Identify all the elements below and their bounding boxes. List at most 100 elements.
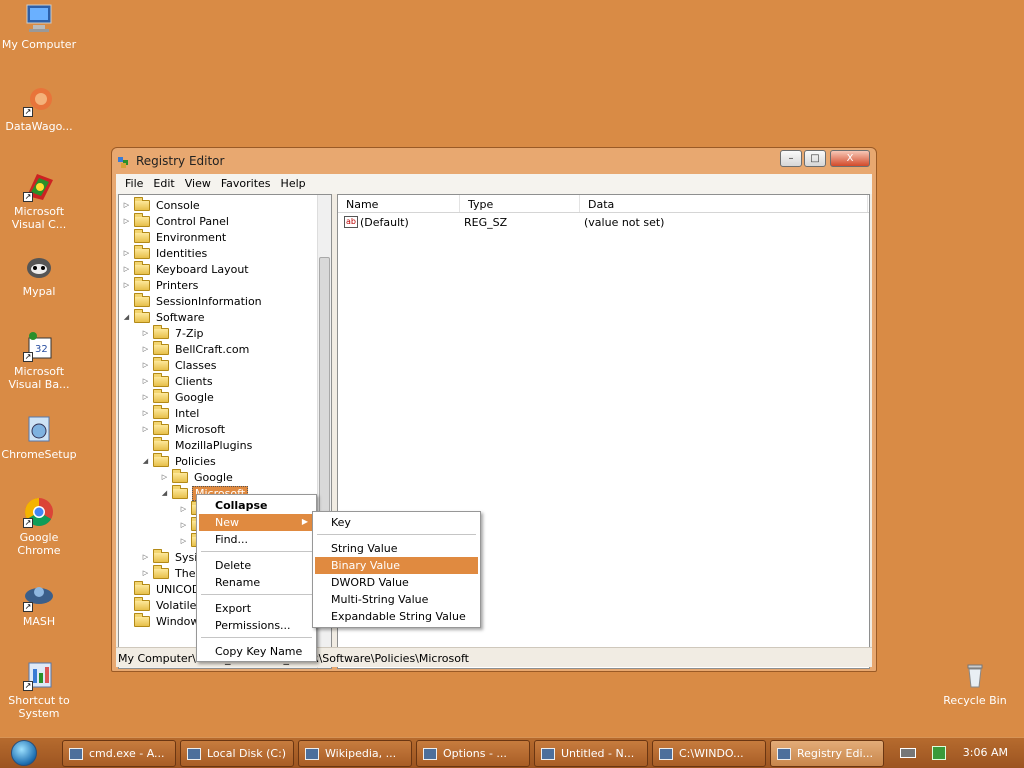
menu-item-export[interactable]: Export [199, 600, 314, 617]
collapse-arrow-icon[interactable]: ◢ [122, 313, 131, 322]
taskbar-button[interactable]: Untitled - N... [534, 740, 648, 767]
keyboard-icon[interactable] [900, 748, 916, 758]
network-icon[interactable] [932, 746, 946, 760]
maximize-button[interactable]: □ [804, 150, 826, 167]
menu-favorites[interactable]: Favorites [216, 174, 276, 194]
tree-node[interactable]: ▷ Console [122, 196, 202, 213]
tree-node[interactable]: ▷ Google [141, 388, 216, 405]
column-header-data[interactable]: Data [580, 195, 868, 212]
tree-node[interactable]: Environment [122, 228, 228, 245]
column-header-type[interactable]: Type [460, 195, 580, 212]
taskbar-button[interactable]: cmd.exe - A... [62, 740, 176, 767]
tree-node[interactable]: ▷ 7-Zip [141, 324, 206, 341]
desktop-icon-chromesetup[interactable]: ChromeSetup [0, 413, 78, 461]
menu-help[interactable]: Help [276, 174, 311, 194]
taskbar-button[interactable]: Local Disk (C:) [180, 740, 294, 767]
desktop-icon-mypal[interactable]: Mypal [0, 250, 78, 298]
submenu-item-multi-string-value[interactable]: Multi-String Value [315, 591, 478, 608]
expand-arrow-icon[interactable]: ▷ [122, 281, 131, 290]
tree-node[interactable]: ▷ Identities [122, 244, 209, 261]
tree-node[interactable]: ▷ Control Panel [122, 212, 231, 229]
expand-arrow-icon[interactable] [122, 617, 131, 626]
expand-arrow-icon[interactable]: ▷ [179, 537, 188, 546]
tree-node[interactable]: ▷ BellCraft.com [141, 340, 251, 357]
taskbar-button[interactable]: Options - ... [416, 740, 530, 767]
desktop-icon-datawagon[interactable]: ↗ DataWago... [0, 85, 78, 133]
title-bar[interactable]: Registry Editor – □ X [112, 148, 876, 174]
submenu-item-expandable-string-value[interactable]: Expandable String Value [315, 608, 478, 625]
folder-icon [153, 356, 169, 371]
menu-item-copy-key-name[interactable]: Copy Key Name [199, 643, 314, 660]
menu-item-permissions[interactable]: Permissions... [199, 617, 314, 634]
tree-node[interactable]: ◢ Policies [141, 452, 218, 469]
expand-arrow-icon[interactable]: ▷ [122, 217, 131, 226]
expand-arrow-icon[interactable]: ▷ [179, 505, 188, 514]
menu-edit[interactable]: Edit [148, 174, 179, 194]
minimize-button[interactable]: – [780, 150, 802, 167]
expand-arrow-icon[interactable]: ▷ [141, 569, 150, 578]
collapse-arrow-icon[interactable]: ◢ [141, 457, 150, 466]
start-button[interactable] [4, 740, 44, 768]
desktop-icon-shortcut-system[interactable]: ↗ Shortcut to System [0, 659, 78, 720]
tree-node[interactable]: UNICODI [122, 580, 206, 597]
close-button[interactable]: X [830, 150, 870, 167]
menu-item-new[interactable]: New ▶ [199, 514, 314, 531]
submenu-item-string-value[interactable]: String Value [315, 540, 478, 557]
tree-node[interactable]: Window [122, 612, 201, 629]
submenu-item-dword-value[interactable]: DWORD Value [315, 574, 478, 591]
expand-arrow-icon[interactable] [122, 601, 131, 610]
menu-bar: File Edit View Favorites Help [116, 174, 872, 194]
submenu-item-binary-value[interactable]: Binary Value [315, 557, 478, 574]
expand-arrow-icon[interactable]: ▷ [141, 361, 150, 370]
submenu-item-key[interactable]: Key [315, 514, 478, 531]
clock[interactable]: 3:06 AM [963, 746, 1008, 759]
tree-node[interactable]: ▷ Printers [122, 276, 200, 293]
tree-node[interactable]: ▷ Theo [141, 564, 204, 581]
menu-item-find[interactable]: Find... [199, 531, 314, 548]
desktop-icon-recycle-bin[interactable]: Recycle Bin [936, 659, 1014, 707]
expand-arrow-icon[interactable] [141, 441, 150, 450]
desktop-icon-visual-basic[interactable]: 32 ↗ Microsoft Visual Ba... [0, 330, 78, 391]
desktop-icon-mash[interactable]: ↗ MASH [0, 580, 78, 628]
menu-file[interactable]: File [120, 174, 148, 194]
expand-arrow-icon[interactable]: ▷ [179, 521, 188, 530]
tree-node[interactable]: MozillaPlugins [141, 436, 254, 453]
expand-arrow-icon[interactable]: ▷ [141, 393, 150, 402]
tree-node[interactable]: ▷ Google [160, 468, 235, 485]
expand-arrow-icon[interactable]: ▷ [141, 425, 150, 434]
menu-item-collapse[interactable]: Collapse [199, 497, 314, 514]
collapse-arrow-icon[interactable]: ◢ [160, 489, 169, 498]
taskbar-button[interactable]: Registry Edi... [770, 740, 884, 767]
tree-node[interactable]: ▷ Microsoft [141, 420, 227, 437]
taskbar-button[interactable]: Wikipedia, ... [298, 740, 412, 767]
expand-arrow-icon[interactable]: ▷ [160, 473, 169, 482]
tree-node[interactable]: ▷ Keyboard Layout [122, 260, 251, 277]
desktop-icon-google-chrome[interactable]: ↗ Google Chrome [0, 496, 78, 557]
tree-node[interactable]: ◢ Software [122, 308, 207, 325]
expand-arrow-icon[interactable]: ▷ [141, 329, 150, 338]
expand-arrow-icon[interactable]: ▷ [141, 345, 150, 354]
taskbar-button[interactable]: C:\WINDO... [652, 740, 766, 767]
column-header-name[interactable]: Name [338, 195, 460, 212]
svg-text:32: 32 [35, 344, 48, 355]
menu-item-rename[interactable]: Rename [199, 574, 314, 591]
tree-node[interactable]: ▷ Clients [141, 372, 215, 389]
expand-arrow-icon[interactable]: ▷ [141, 409, 150, 418]
tree-node[interactable]: SessionInformation [122, 292, 264, 309]
tree-node[interactable]: ▷ Intel [141, 404, 201, 421]
desktop-icon-my-computer[interactable]: My Computer [0, 3, 78, 51]
value-row[interactable]: ab (Default) REG_SZ (value not set) [338, 213, 869, 231]
expand-arrow-icon[interactable] [122, 297, 131, 306]
expand-arrow-icon[interactable]: ▷ [122, 249, 131, 258]
expand-arrow-icon[interactable] [122, 233, 131, 242]
expand-arrow-icon[interactable]: ▷ [122, 201, 131, 210]
desktop-icon-visual-c[interactable]: ↗ Microsoft Visual C... [0, 170, 78, 231]
menu-item-delete[interactable]: Delete [199, 557, 314, 574]
new-submenu: Key String Value Binary Value DWORD Valu… [312, 511, 481, 628]
expand-arrow-icon[interactable]: ▷ [141, 553, 150, 562]
menu-view[interactable]: View [180, 174, 216, 194]
tree-node[interactable]: ▷ Classes [141, 356, 218, 373]
expand-arrow-icon[interactable] [122, 585, 131, 594]
expand-arrow-icon[interactable]: ▷ [122, 265, 131, 274]
expand-arrow-icon[interactable]: ▷ [141, 377, 150, 386]
